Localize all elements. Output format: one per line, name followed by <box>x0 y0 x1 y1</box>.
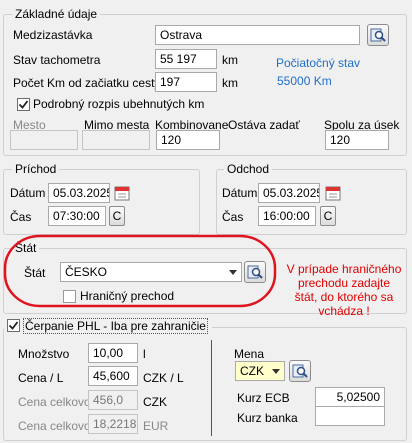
search-icon <box>247 265 263 279</box>
pocet-km-input[interactable]: 197 <box>155 72 217 92</box>
prichod-datum-input[interactable]: 05.03.2025 <box>48 183 110 203</box>
cena-label: Cena / L <box>18 371 64 385</box>
mimo-mesta-input <box>82 130 150 150</box>
odchod-legend: Odchod <box>224 162 273 176</box>
cena-celkovo-eur-input: 18,2218 <box>88 414 138 434</box>
cena-input[interactable]: 45,600 <box>88 366 138 386</box>
mena-select[interactable]: CZK <box>235 361 285 381</box>
mnozstvo-unit: l <box>143 347 146 361</box>
medzizastavka-search-button[interactable] <box>367 24 389 46</box>
prichod-datum-label: Dátum <box>10 186 46 200</box>
spolu-za-usek-input[interactable]: 120 <box>325 130 389 150</box>
odchod-cas-label: Čas <box>222 210 244 224</box>
chevron-down-icon <box>229 270 237 275</box>
cerpanie-legend-text: Čerpanie PHL - Iba pre zahraničie <box>23 318 208 334</box>
prichod-cas-label: Čas <box>10 210 32 224</box>
hranicny-prechod-label: Hraničný prechod <box>80 289 175 303</box>
stat-search-button[interactable] <box>244 261 266 283</box>
cena-celkovo-input: 456,0 <box>88 390 138 410</box>
odchod-datum-input[interactable]: 05.03.2025 <box>258 183 320 203</box>
medzizastavka-input[interactable]: Ostrava <box>155 25 360 45</box>
prichod-c-button[interactable]: C <box>109 206 125 226</box>
cerpanie-checkbox[interactable] <box>7 319 20 332</box>
checkmark-icon <box>8 321 19 330</box>
stav-tachometra-unit: km <box>222 53 238 67</box>
cerpanie-legend: Čerpanie PHL - Iba pre zahraničie <box>4 318 212 334</box>
odchod-datum-label: Dátum <box>222 186 258 200</box>
zakladne-udaje-legend: Základné údaje <box>12 7 101 21</box>
vertical-divider <box>211 340 212 436</box>
podrobny-rozpis-checkbox[interactable] <box>17 98 30 111</box>
calendar-icon[interactable] <box>114 185 130 201</box>
hranicny-prechod-checkbox[interactable] <box>63 290 76 303</box>
prichod-legend: Príchod <box>12 162 60 176</box>
kurz-ecb-label: Kurz ECB <box>237 391 290 405</box>
stat-select-value: ČESKO <box>65 265 108 279</box>
chevron-down-icon <box>272 369 280 374</box>
odchod-c-button[interactable]: C <box>320 206 336 226</box>
stat-note-line1: V prípade hraničného <box>286 262 402 276</box>
kurz-banka-label: Kurz banka <box>237 411 298 425</box>
stat-legend: Štát <box>12 241 40 255</box>
odchod-cas-input[interactable]: 16:00:00 <box>258 206 316 226</box>
kurz-ecb-input[interactable]: 5,02500 <box>315 387 385 407</box>
checkmark-icon <box>18 100 29 109</box>
stav-tachometra-label: Stav tachometra <box>13 53 101 67</box>
search-icon <box>370 28 386 42</box>
mena-label: Mena <box>234 347 265 361</box>
mnozstvo-input[interactable]: 10,00 <box>88 343 138 363</box>
cena-unit: CZK / L <box>143 371 184 385</box>
pocet-km-unit: km <box>222 76 238 90</box>
pociatocny-stav-value: 55000 Km <box>277 74 332 88</box>
stav-tachometra-input[interactable]: 55 197 <box>155 49 217 69</box>
mena-select-value: CZK <box>240 364 264 378</box>
mena-search-button[interactable] <box>289 360 311 382</box>
stat-note-line2: prechodu zadajte <box>297 276 391 290</box>
pocet-km-label: Počet Km od začiatku cesty <box>13 76 161 90</box>
stat-note-line4: vchádza ! <box>318 304 370 318</box>
mesto-input <box>10 130 78 150</box>
cena-celkovo-label: Cena celkovo <box>18 395 91 409</box>
cena-celkovo-eur-label: Cena celkovo <box>18 419 91 433</box>
cena-celkovo-unit: CZK <box>143 395 167 409</box>
kurz-banka-input[interactable] <box>315 406 385 426</box>
ostava-zadat-label: Ostáva zadať <box>228 118 300 132</box>
stat-label: Štát <box>24 266 46 280</box>
kombinovane-input[interactable]: 120 <box>156 130 220 150</box>
cena-celkovo-eur-unit: EUR <box>143 419 169 433</box>
stat-select[interactable]: ČESKO <box>60 262 242 282</box>
prichod-cas-input[interactable]: 07:30:00 <box>48 206 106 226</box>
podrobny-rozpis-label: Podrobný rozpis ubehnutých km <box>33 97 205 111</box>
pociatocny-stav-label: Počiatočný stav <box>276 56 361 70</box>
calendar-icon[interactable] <box>325 185 341 201</box>
stat-note-line3: štát, do ktorého sa <box>294 290 394 304</box>
mnozstvo-label: Množstvo <box>18 347 70 361</box>
search-icon <box>292 364 308 378</box>
medzizastavka-label: Medzizastávka <box>13 28 93 42</box>
